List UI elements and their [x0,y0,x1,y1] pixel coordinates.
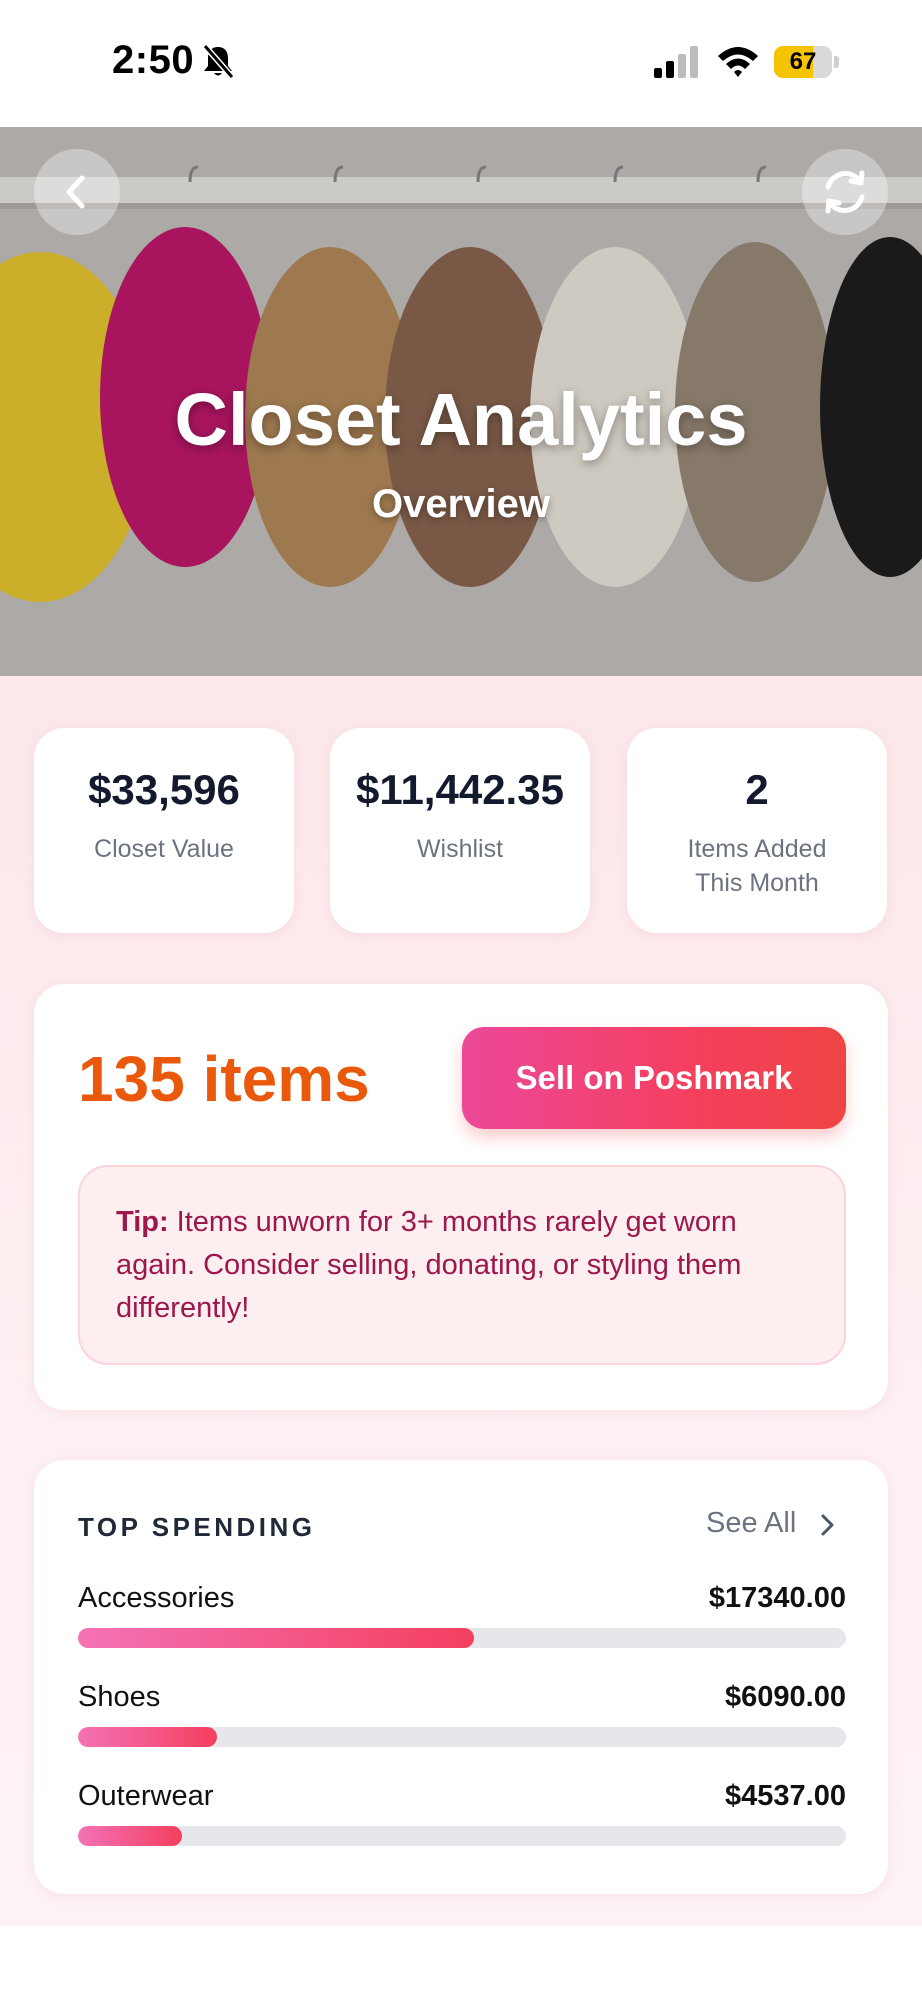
battery-icon: 67 [774,46,840,78]
spending-category: Accessories [78,1582,235,1614]
battery-percent: 67 [789,48,817,75]
tip-text: Tip: Items unworn for 3+ months rarely g… [116,1201,816,1330]
refresh-button[interactable] [802,149,888,235]
summary-card: 135 items Sell on Poshmark Tip: Items un… [34,984,888,1410]
status-bar: 2:50 67 [0,0,922,127]
spending-bar-track [78,1727,846,1747]
hero-banner: Closet Analytics Overview [0,127,922,676]
spending-amount: $4537.00 [725,1780,846,1812]
spending-amount: $17340.00 [708,1582,846,1614]
spending-row-outerwear: Outerwear $4537.00 [78,1780,846,1860]
bell-slash-icon [202,44,235,79]
stat-label: Items Added This Month [687,835,827,897]
status-time: 2:50 [112,38,195,82]
battery-tip [834,56,839,68]
battery-body: 67 [774,46,832,78]
stat-card-closet-value: $33,596 Closet Value [34,728,294,933]
spending-row-accessories: Accessories $17340.00 [78,1582,846,1662]
refresh-icon [825,170,865,214]
spending-bar-fill [78,1826,182,1846]
stat-value: $33,596 [88,766,240,813]
spending-bar-fill [78,1628,474,1648]
stat-card-items-added: 2 Items Added This Month [627,728,887,933]
page-title: Closet Analytics [174,378,748,461]
chevron-left-icon [66,175,85,209]
stat-label: Wishlist [416,835,504,863]
back-button[interactable] [34,149,120,235]
tip-message: Items unworn for 3+ months rarely get wo… [116,1206,742,1324]
top-spending-card: TOP SPENDING See All Accessories $17340.… [34,1460,888,1894]
top-spending-header: TOP SPENDING [78,1512,316,1542]
analytics-content: $33,596 Closet Value $11,442.35 Wishlist… [0,676,922,1926]
item-count: 135 items [78,1043,370,1115]
spending-category: Shoes [78,1681,161,1713]
stat-value: $11,442.35 [356,766,564,813]
spending-amount: $6090.00 [725,1681,846,1713]
chevron-right-icon[interactable] [816,1512,838,1538]
see-all-link[interactable]: See All [706,1507,796,1540]
spending-bar-track [78,1826,846,1846]
page-subtitle: Overview [372,482,550,526]
stat-value: 2 [745,766,769,813]
stat-card-wishlist: $11,442.35 Wishlist [330,728,590,933]
sell-on-poshmark-button[interactable]: Sell on Poshmark [462,1027,846,1129]
spending-category: Outerwear [78,1780,214,1812]
wifi-icon [718,47,758,77]
tip-box: Tip: Items unworn for 3+ months rarely g… [78,1165,846,1365]
spending-bar-track [78,1628,846,1648]
spending-row-shoes: Shoes $6090.00 [78,1681,846,1761]
cellular-signal-icon [654,46,698,78]
spending-bar-fill [78,1727,217,1747]
tip-label: Tip: [116,1206,169,1238]
stat-label: Closet Value [94,835,234,863]
